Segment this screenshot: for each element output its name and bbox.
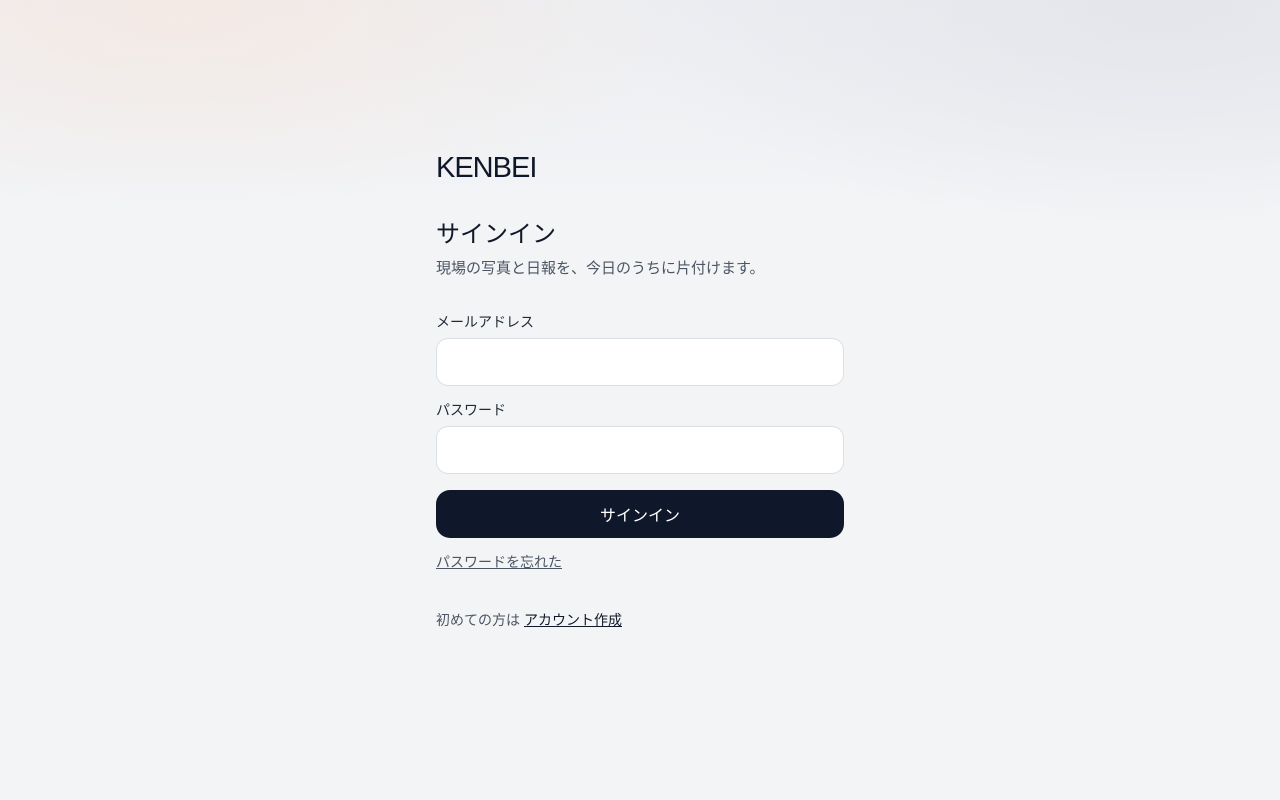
create-account-link[interactable]: アカウント作成: [524, 613, 622, 629]
signup-prompt: 初めての方は: [436, 613, 520, 629]
email-field[interactable]: [436, 338, 844, 386]
signin-button[interactable]: サインイン: [436, 490, 844, 538]
page-subtitle: 現場の写真と日報を、今日のうちに片付けます。: [436, 259, 765, 277]
signin-form: メールアドレス パスワード サインイン: [436, 314, 844, 538]
forgot-password-link[interactable]: パスワードを忘れた: [436, 554, 562, 572]
brand-logo: KENBEI: [436, 152, 537, 184]
email-label: メールアドレス: [436, 315, 534, 331]
password-field[interactable]: [436, 426, 844, 474]
signup-row: 初めての方は アカウント作成: [436, 612, 844, 630]
signin-panel: KENBEI サインイン 現場の写真と日報を、今日のうちに片付けます。 メールア…: [436, 150, 844, 630]
page-title: サインイン: [436, 220, 556, 248]
password-label: パスワード: [436, 403, 506, 419]
